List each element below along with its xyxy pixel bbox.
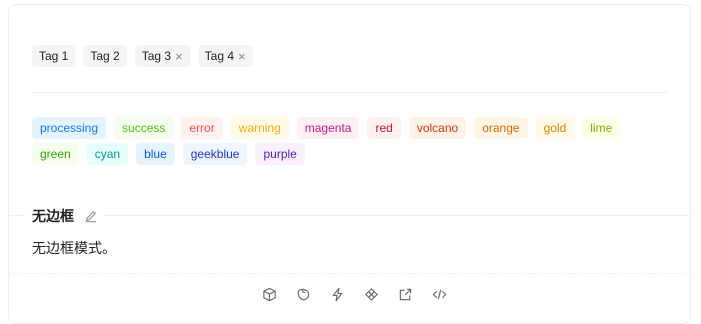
close-icon[interactable]: ×: [175, 50, 183, 63]
color-tag-lime: lime: [582, 117, 621, 139]
color-tag-volcano: volcano: [408, 117, 467, 139]
color-tag-orange: orange: [474, 117, 528, 139]
color-tag-green: green: [32, 143, 79, 165]
tag: Tag 1: [32, 45, 76, 67]
tag: Tag 3 ×: [134, 45, 190, 67]
close-icon[interactable]: ×: [238, 50, 246, 63]
actions-divider: [8, 273, 691, 274]
codepen-icon[interactable]: [294, 285, 312, 303]
color-tag-cyan: cyan: [86, 143, 129, 165]
color-tag-blue: blue: [136, 143, 175, 165]
demo-title-bar: 无边框: [26, 206, 104, 226]
tag-label: Tag 2: [90, 49, 120, 63]
tag: Tag 2: [83, 45, 127, 67]
tag: Tag 4 ×: [197, 45, 253, 67]
description-divider: [8, 215, 691, 216]
demo-title: 无边框: [32, 208, 74, 224]
color-tag-success: success: [114, 117, 174, 139]
riddle-icon[interactable]: [362, 285, 380, 303]
code-actions: [260, 285, 448, 303]
demo-description: 无边框模式。: [32, 240, 116, 256]
tag-label: Tag 3: [141, 49, 172, 63]
color-tag-red: red: [367, 117, 401, 139]
color-tag-warning: warning: [230, 117, 289, 139]
tag-label: Tag 1: [39, 49, 69, 63]
color-tag-geekblue: geekblue: [182, 143, 248, 165]
color-tag-magenta: magenta: [296, 117, 360, 139]
basic-tag-row: Tag 1 Tag 2 Tag 3 × Tag 4 ×: [32, 45, 253, 67]
tag-label: Tag 4: [204, 49, 235, 63]
divider: [32, 92, 668, 93]
color-tag-list: processing success error warning magenta red v…: [32, 117, 668, 165]
color-tag-processing: processing: [32, 117, 107, 139]
color-tag-purple: purple: [255, 143, 305, 165]
show-code-icon[interactable]: [430, 285, 448, 303]
color-tag-error: error: [181, 117, 223, 139]
color-tag-gold: gold: [535, 117, 575, 139]
open-external-icon[interactable]: [396, 285, 414, 303]
codesandbox-icon[interactable]: [260, 285, 278, 303]
edit-icon[interactable]: [84, 209, 98, 223]
stackblitz-icon[interactable]: [328, 285, 346, 303]
